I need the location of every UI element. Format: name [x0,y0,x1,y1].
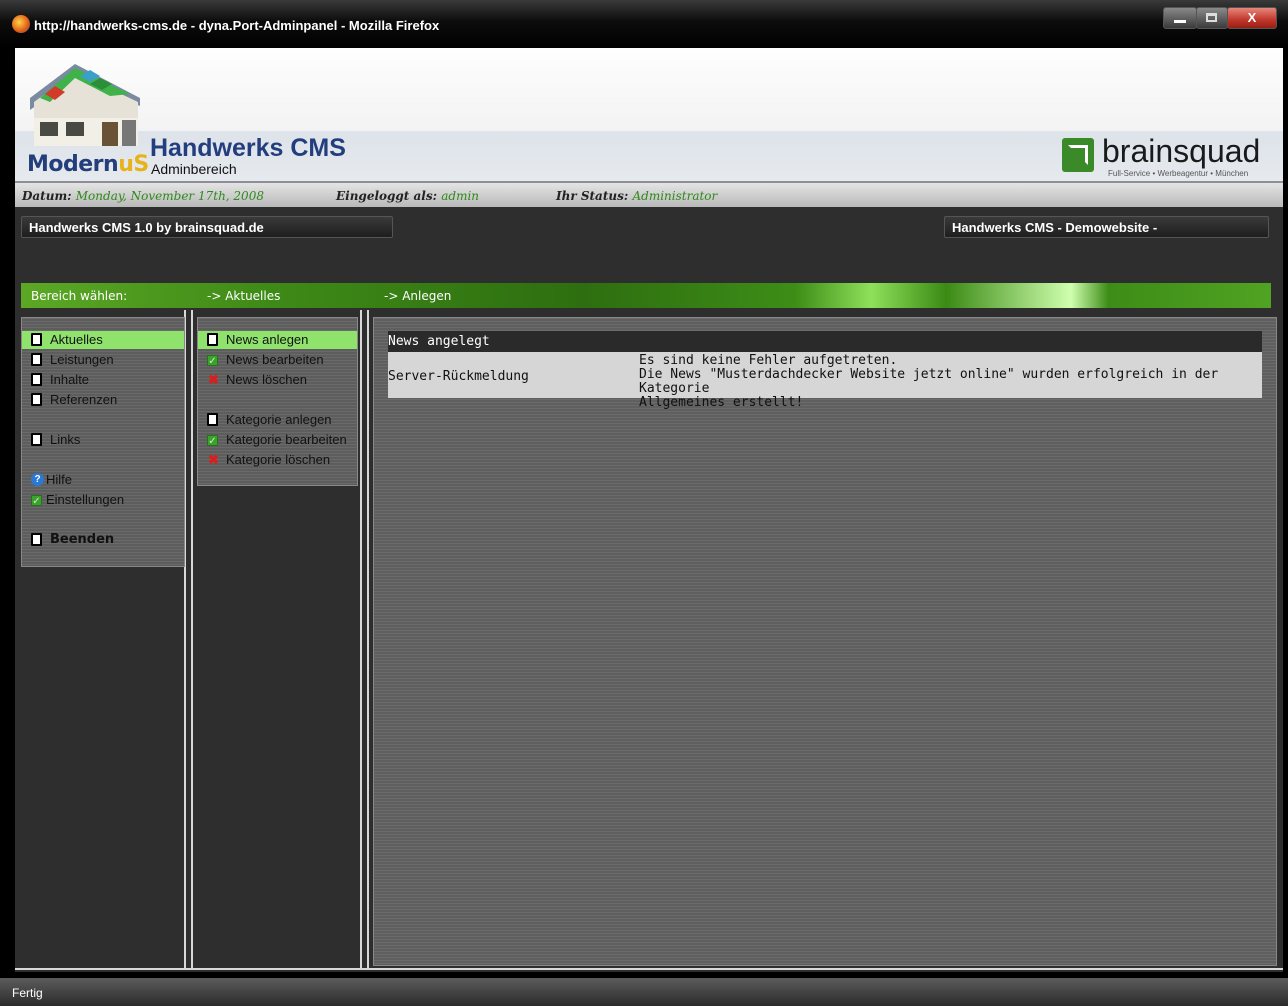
site-subtitle: Adminbereich [151,161,237,177]
content-bottom-rule [15,968,1283,970]
column-divider [367,310,369,970]
message-value: Es sind keine Fehler aufgetreten. Die Ne… [639,354,1254,410]
maximize-button[interactable] [1196,7,1228,29]
status-value: Administrator [632,189,718,203]
submenu-item-kategorie-loeschen[interactable]: ✖ Kategorie löschen [198,451,357,469]
menu-item-leistungen[interactable]: Leistungen [22,351,184,369]
document-icon [31,373,42,386]
checkbox-icon: ✓ [207,435,218,447]
delete-icon: ✖ [208,452,219,467]
status-info: Ihr Status: Administrator [556,189,717,203]
column-divider [360,310,362,970]
date-value: Monday, November 17th, 2008 [75,189,264,203]
submenu-item-label: Kategorie bearbeiten [226,432,347,447]
breadcrumb-section: Bereich wählen: [31,289,128,303]
close-button[interactable]: X [1227,7,1277,29]
checkbox-icon: ✓ [31,495,42,507]
window-title: http://handwerks-cms.de - dyna.Port-Admi… [34,18,440,33]
document-icon [31,533,42,546]
site-title: Handwerks CMS [150,134,346,162]
login-info: Eingeloggt als: admin [336,189,479,203]
document-icon [31,433,42,446]
submenu-item-label: News anlegen [226,332,309,347]
submenu-item-news-loeschen[interactable]: ✖ News löschen [198,371,357,389]
main-panel [373,317,1277,966]
minimize-icon [1174,20,1186,23]
sub-menu: News anlegen ✓ News bearbeiten ✖ News lösc… [197,317,358,486]
submenu-item-label: News löschen [226,372,307,387]
main-menu: Aktuelles Leistungen Inhalte Referenzen … [21,317,185,567]
brainsquad-brand: brainsquad [1102,133,1261,169]
message-heading: News angelegt [388,331,1262,352]
message-key: Server-Rückmeldung [388,369,529,384]
document-icon [31,333,42,346]
document-icon [207,333,218,346]
document-icon [31,393,42,406]
status-text: Fertig [12,986,43,1000]
brainsquad-tagline: Full-Service • Werbeagentur • München [1108,169,1249,178]
menu-item-hilfe[interactable]: ? Hilfe [22,471,184,489]
help-icon: ? [31,473,44,486]
status-label: Ihr Status: [556,189,629,203]
firefox-icon [12,15,30,33]
maximize-icon [1206,13,1217,22]
menu-item-label: Beenden [50,532,115,547]
checkbox-icon: ✓ [207,355,218,367]
brainsquad-logo-icon [1062,138,1094,172]
status-bar [0,978,1288,1006]
submenu-item-label: Kategorie anlegen [226,412,332,427]
submenu-item-kategorie-anlegen[interactable]: Kategorie anlegen [198,411,357,429]
menu-item-label: Aktuelles [50,332,103,347]
logo-text-highlight: uS [118,152,149,177]
menu-item-links[interactable]: Links [22,431,184,449]
login-label: Eingeloggt als: [336,189,438,203]
submenu-item-news-anlegen[interactable]: News anlegen [198,331,357,349]
menu-item-inhalte[interactable]: Inhalte [22,371,184,389]
delete-icon: ✖ [208,372,219,387]
document-icon [31,353,42,366]
message-line: Allgemeines erstellt! [639,395,804,410]
logo-text-part: Modern [27,152,119,177]
submenu-item-label: News bearbeiten [226,352,324,367]
version-pill[interactable]: Handwerks CMS 1.0 by brainsquad.de [21,216,393,238]
menu-item-label: Einstellungen [46,492,125,507]
column-divider [191,310,193,970]
menu-item-einstellungen[interactable]: ✓ Einstellungen [22,491,184,509]
date-label: Datum: [22,189,72,203]
message-line: Die News "Musterdachdecker Website jetzt… [639,367,1219,396]
menu-item-referenzen[interactable]: Referenzen [22,391,184,409]
house-logo-icon [30,64,140,146]
menu-item-label: Links [50,432,81,447]
breadcrumb-area[interactable]: -> Aktuelles [207,289,280,303]
menu-item-label: Hilfe [46,472,73,487]
menu-item-beenden[interactable]: Beenden [22,531,184,549]
menu-item-label: Inhalte [50,372,90,387]
modernus-logo-text: ModernuS [27,152,149,177]
date-info: Datum: Monday, November 17th, 2008 [22,189,264,203]
login-value: admin [441,189,480,203]
document-icon [207,413,218,426]
minimize-button[interactable] [1163,7,1197,29]
menu-item-aktuelles[interactable]: Aktuelles [22,331,184,349]
menu-item-label: Referenzen [50,392,118,407]
submenu-item-news-bearbeiten[interactable]: ✓ News bearbeiten [198,351,357,369]
message-line: Es sind keine Fehler aufgetreten. [639,353,898,368]
submenu-item-label: Kategorie löschen [226,452,331,467]
demowebsite-pill[interactable]: Handwerks CMS - Demowebsite - [944,216,1269,238]
breadcrumb-action[interactable]: -> Anlegen [384,289,451,303]
menu-item-label: Leistungen [50,352,114,367]
submenu-item-kategorie-bearbeiten[interactable]: ✓ Kategorie bearbeiten [198,431,357,449]
